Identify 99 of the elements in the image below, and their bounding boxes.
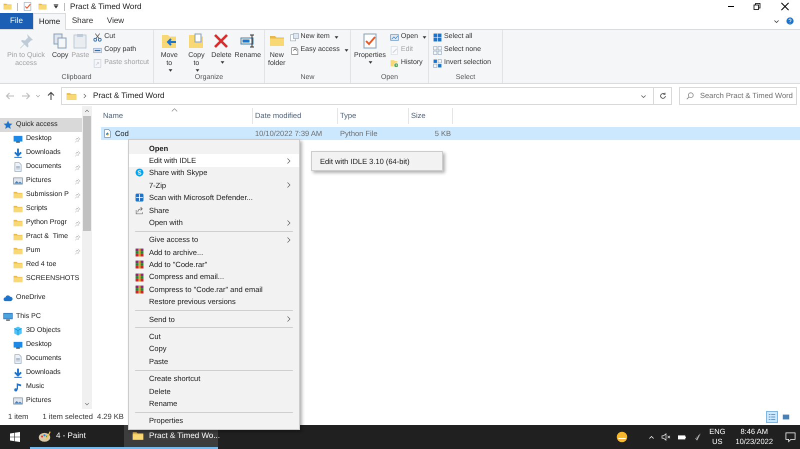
pin-icon	[74, 150, 81, 156]
palette-icon	[38, 430, 51, 442]
refresh-button[interactable]	[654, 87, 672, 105]
refresh-icon	[658, 92, 666, 100]
share-icon	[135, 206, 144, 215]
caret-icon	[220, 60, 225, 65]
ribbon-tab[interactable]: Share	[66, 13, 99, 29]
picture-icon	[13, 396, 23, 406]
folder-icon	[132, 430, 144, 442]
archive-books-icon	[135, 284, 144, 294]
help-icon[interactable]	[786, 17, 794, 25]
pin-icon	[18, 32, 34, 50]
scrollbar-thumb[interactable]	[83, 116, 91, 231]
up-arrow-icon[interactable]	[46, 91, 56, 101]
document-icon	[13, 354, 23, 364]
large-icons-view-icon	[782, 413, 790, 421]
weather-sun-icon[interactable]	[616, 431, 628, 443]
folder-icon	[13, 204, 23, 214]
pin-icon	[74, 234, 81, 240]
chevron-right-icon	[82, 93, 88, 99]
select-all-icon	[433, 32, 442, 42]
clipboard-icon	[72, 32, 88, 50]
caret-icon	[334, 34, 339, 40]
document-icon	[290, 46, 299, 54]
pin-icon	[74, 206, 81, 212]
select-none-icon	[433, 46, 442, 54]
skype-icon	[135, 168, 144, 178]
chevron-down-icon[interactable]	[773, 18, 780, 24]
folder-icon	[13, 260, 23, 270]
caret-icon	[368, 60, 374, 65]
search-icon	[686, 92, 694, 100]
download-arrow-icon	[13, 368, 23, 378]
archive-books-icon	[135, 248, 144, 257]
scroll-up-icon[interactable]	[84, 108, 90, 114]
pin-icon	[74, 164, 81, 170]
copy-to-folder-icon	[188, 32, 204, 50]
address-field[interactable]: Pract & Timed Word	[61, 87, 654, 105]
chevron-right-icon	[285, 156, 293, 165]
document-icon	[13, 162, 23, 172]
caret-icon	[168, 68, 173, 73]
window-title: Pract & Timed Word	[70, 0, 142, 12]
new-item-icon	[290, 32, 299, 42]
view-button[interactable]	[766, 411, 778, 423]
rename-icon	[240, 32, 256, 50]
paste-shortcut-icon	[93, 58, 102, 68]
scroll-down-icon[interactable]	[84, 401, 90, 407]
chevron-right-icon	[285, 181, 293, 190]
folder-icon	[13, 274, 23, 284]
open-icon	[390, 32, 399, 42]
archive-books-icon	[135, 260, 144, 270]
battery-icon[interactable]	[677, 433, 688, 441]
dropdown-icon[interactable]	[53, 4, 59, 10]
chevron-right-icon	[285, 315, 293, 324]
chevron-down-icon[interactable]	[640, 92, 647, 100]
music-note-icon	[13, 382, 23, 392]
checkmark-document-icon	[362, 32, 378, 50]
invert-selection-icon	[433, 58, 442, 68]
scrollbar[interactable]	[82, 106, 92, 409]
cloud-icon	[3, 293, 13, 303]
python-file-icon	[103, 129, 112, 138]
copy-icon	[52, 32, 68, 50]
scissors-icon	[93, 32, 102, 42]
ribbon-tab[interactable]: View	[99, 13, 132, 29]
edit-icon	[390, 46, 399, 54]
details-view-icon	[768, 413, 776, 421]
ribbon-tab[interactable]: Home	[33, 13, 66, 30]
breadcrumb-item[interactable]: Pract & Timed Word	[93, 90, 164, 102]
notification-icon[interactable]	[785, 432, 796, 442]
star-icon	[3, 120, 13, 130]
pin-icon	[74, 220, 81, 226]
folder-icon	[13, 232, 23, 242]
checkmark-document-icon[interactable]	[23, 2, 32, 11]
archive-books-icon	[135, 272, 144, 282]
shield-icon	[135, 193, 144, 202]
ribbon-tab[interactable]: File	[0, 13, 33, 29]
computer-icon	[3, 312, 13, 322]
folder-icon	[13, 190, 23, 200]
delete-icon	[213, 32, 230, 50]
caret-icon	[344, 48, 349, 52]
history-icon	[390, 58, 399, 68]
move-to-folder-icon	[161, 32, 178, 50]
download-arrow-icon	[13, 148, 23, 158]
caret-icon	[194, 68, 200, 73]
chevron-up-icon[interactable]	[648, 434, 656, 440]
windows-logo-icon	[10, 432, 20, 442]
folder-icon	[13, 218, 23, 228]
pin-icon	[74, 248, 81, 254]
folder-icon	[66, 90, 77, 102]
desktop-icon	[13, 134, 23, 144]
picture-icon	[13, 176, 23, 186]
cube-icon	[13, 326, 23, 336]
pin-icon	[74, 136, 81, 142]
copy-path-icon	[93, 46, 102, 54]
desktop-icon	[13, 340, 23, 350]
muted-speaker-icon[interactable]	[661, 433, 672, 441]
pin-icon	[74, 178, 81, 184]
caret-icon	[422, 34, 428, 40]
folder-icon	[13, 246, 23, 256]
pin-icon	[74, 192, 81, 198]
